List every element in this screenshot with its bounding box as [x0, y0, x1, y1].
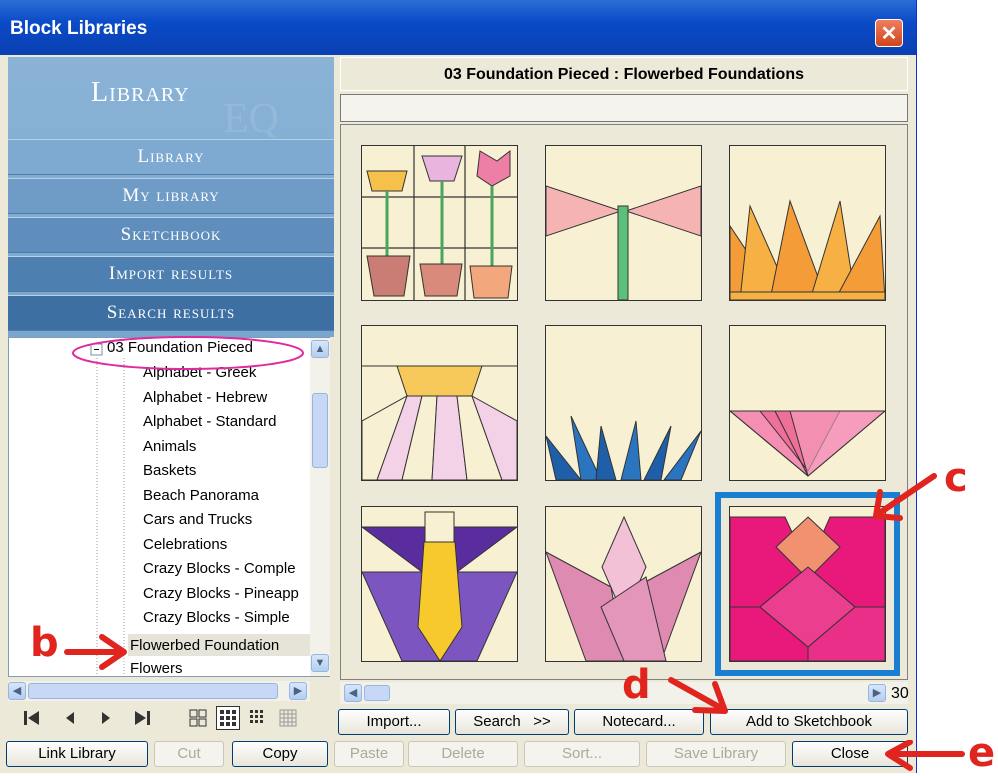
annotation-c-arrow-icon [873, 473, 937, 521]
annotation-b-arrow-icon [64, 634, 127, 670]
title-bar[interactable]: Block Libraries ✕ [0, 0, 916, 55]
block-thumbnail[interactable] [361, 325, 518, 481]
annotation-c: c [944, 455, 968, 501]
block-thumbnail-selected[interactable] [729, 506, 886, 662]
root-highlight-ellipse [72, 336, 304, 370]
svg-text:EQ: EQ [223, 96, 278, 137]
copy-button[interactable]: Copy [232, 741, 328, 767]
search-button[interactable]: Search >> [455, 709, 569, 735]
scroll-left-icon[interactable]: ◀ [8, 682, 26, 700]
block-grid [340, 124, 908, 680]
grid-scroll-right-icon[interactable]: ▶ [868, 684, 886, 702]
last-icon[interactable] [132, 708, 152, 728]
annotation-e-arrow-icon [885, 740, 965, 771]
annotation-d: d [622, 662, 651, 708]
nav-search-results[interactable]: Search results [8, 295, 334, 331]
library-heading: 03 Foundation Pieced : Flowerbed Foundat… [340, 57, 908, 91]
eq-logo-icon: EQ [223, 96, 278, 137]
scroll-down-icon[interactable]: ▼ [311, 654, 329, 672]
link-library-button[interactable]: Link Library [6, 741, 148, 767]
tree-item[interactable]: Beach Panorama [143, 487, 259, 504]
add-to-sketchbook-button[interactable]: Add to Sketchbook [710, 709, 908, 735]
page-count: 30 [891, 685, 909, 702]
block-flowerpots-image [362, 146, 517, 300]
tree-item[interactable]: Baskets [143, 462, 196, 479]
view-5x5-icon[interactable] [278, 708, 298, 728]
block-thumbnail[interactable] [545, 145, 702, 301]
tree-item-flowerbed-foundation[interactable]: Flowerbed Foundation [130, 637, 279, 654]
tree-item[interactable]: Alphabet - Hebrew [143, 389, 267, 406]
tree-item[interactable]: Crazy Blocks - Comple [143, 560, 296, 577]
block-dragonfly-image [545, 146, 702, 301]
window-title: Block Libraries [10, 18, 148, 39]
tree-vertical-scrollbar[interactable]: ▲ ▼ [310, 338, 330, 676]
tree-hscroll-thumb[interactable] [28, 683, 278, 699]
tree-item-flowers[interactable]: Flowers [130, 660, 183, 676]
block-thumbnail[interactable] [361, 145, 518, 301]
prev-icon[interactable] [60, 708, 80, 728]
view-4x4-icon[interactable] [248, 708, 268, 728]
block-tulip-magenta-image [729, 507, 886, 662]
scroll-up-icon[interactable]: ▲ [311, 340, 329, 358]
sort-button[interactable]: Sort... [524, 741, 640, 767]
next-icon[interactable] [96, 708, 116, 728]
block-sunrise-image [729, 146, 886, 301]
block-fan-image [728, 326, 887, 480]
scroll-right-icon[interactable]: ▶ [289, 682, 307, 700]
block-rays-image [361, 326, 518, 481]
first-icon[interactable] [22, 708, 42, 728]
tree-item[interactable]: Animals [143, 438, 196, 455]
block-leaves-image [545, 326, 702, 481]
block-tulip-pink-image [545, 507, 702, 662]
nav-sketchbook[interactable]: Sketchbook [8, 217, 334, 253]
grid-scroll-thumb[interactable] [364, 685, 390, 701]
import-button[interactable]: Import... [338, 709, 450, 735]
library-header: Library EQ [8, 57, 334, 139]
cut-button[interactable]: Cut [154, 741, 224, 767]
tree-item[interactable]: Crazy Blocks - Pineapp [143, 585, 299, 602]
paste-button[interactable]: Paste [334, 741, 404, 767]
tree-scroll-thumb[interactable] [312, 393, 328, 468]
tree-item[interactable]: Cars and Trucks [143, 511, 252, 528]
nav-library[interactable]: Library [8, 139, 334, 175]
block-libraries-window: Block Libraries ✕ Library EQ Library My … [0, 0, 917, 773]
grid-scroll-left-icon[interactable]: ◀ [344, 684, 362, 702]
block-thumbnail[interactable] [729, 145, 886, 301]
tree-item[interactable]: Crazy Blocks - Simple [143, 609, 290, 626]
delete-button[interactable]: Delete [408, 741, 518, 767]
view-3x3-icon[interactable] [216, 706, 240, 730]
library-sidebar: Library EQ Library My library Sketchbook… [8, 57, 334, 337]
tree-horizontal-scrollbar[interactable]: ◀ ▶ [8, 681, 310, 701]
library-header-title: Library [91, 77, 190, 108]
library-subheading-bar [340, 94, 908, 122]
block-iris-image [360, 507, 519, 662]
annotation-b: b [30, 620, 59, 666]
nav-import-results[interactable]: Import results [8, 256, 334, 292]
block-thumbnail[interactable] [545, 325, 702, 481]
block-thumbnail[interactable] [545, 506, 702, 662]
annotation-d-arrow-icon [668, 677, 728, 714]
nav-my-library[interactable]: My library [8, 178, 334, 214]
tree-item[interactable]: Alphabet - Standard [143, 413, 276, 430]
block-thumbnail[interactable] [360, 506, 519, 662]
save-library-button[interactable]: Save Library [646, 741, 786, 767]
block-nav-toolbar [8, 704, 334, 734]
view-2x2-icon[interactable] [188, 708, 208, 728]
block-thumbnail[interactable] [728, 325, 887, 481]
close-window-button[interactable]: ✕ [875, 19, 903, 47]
tree-item[interactable]: Celebrations [143, 536, 227, 553]
annotation-e: e [968, 730, 996, 776]
